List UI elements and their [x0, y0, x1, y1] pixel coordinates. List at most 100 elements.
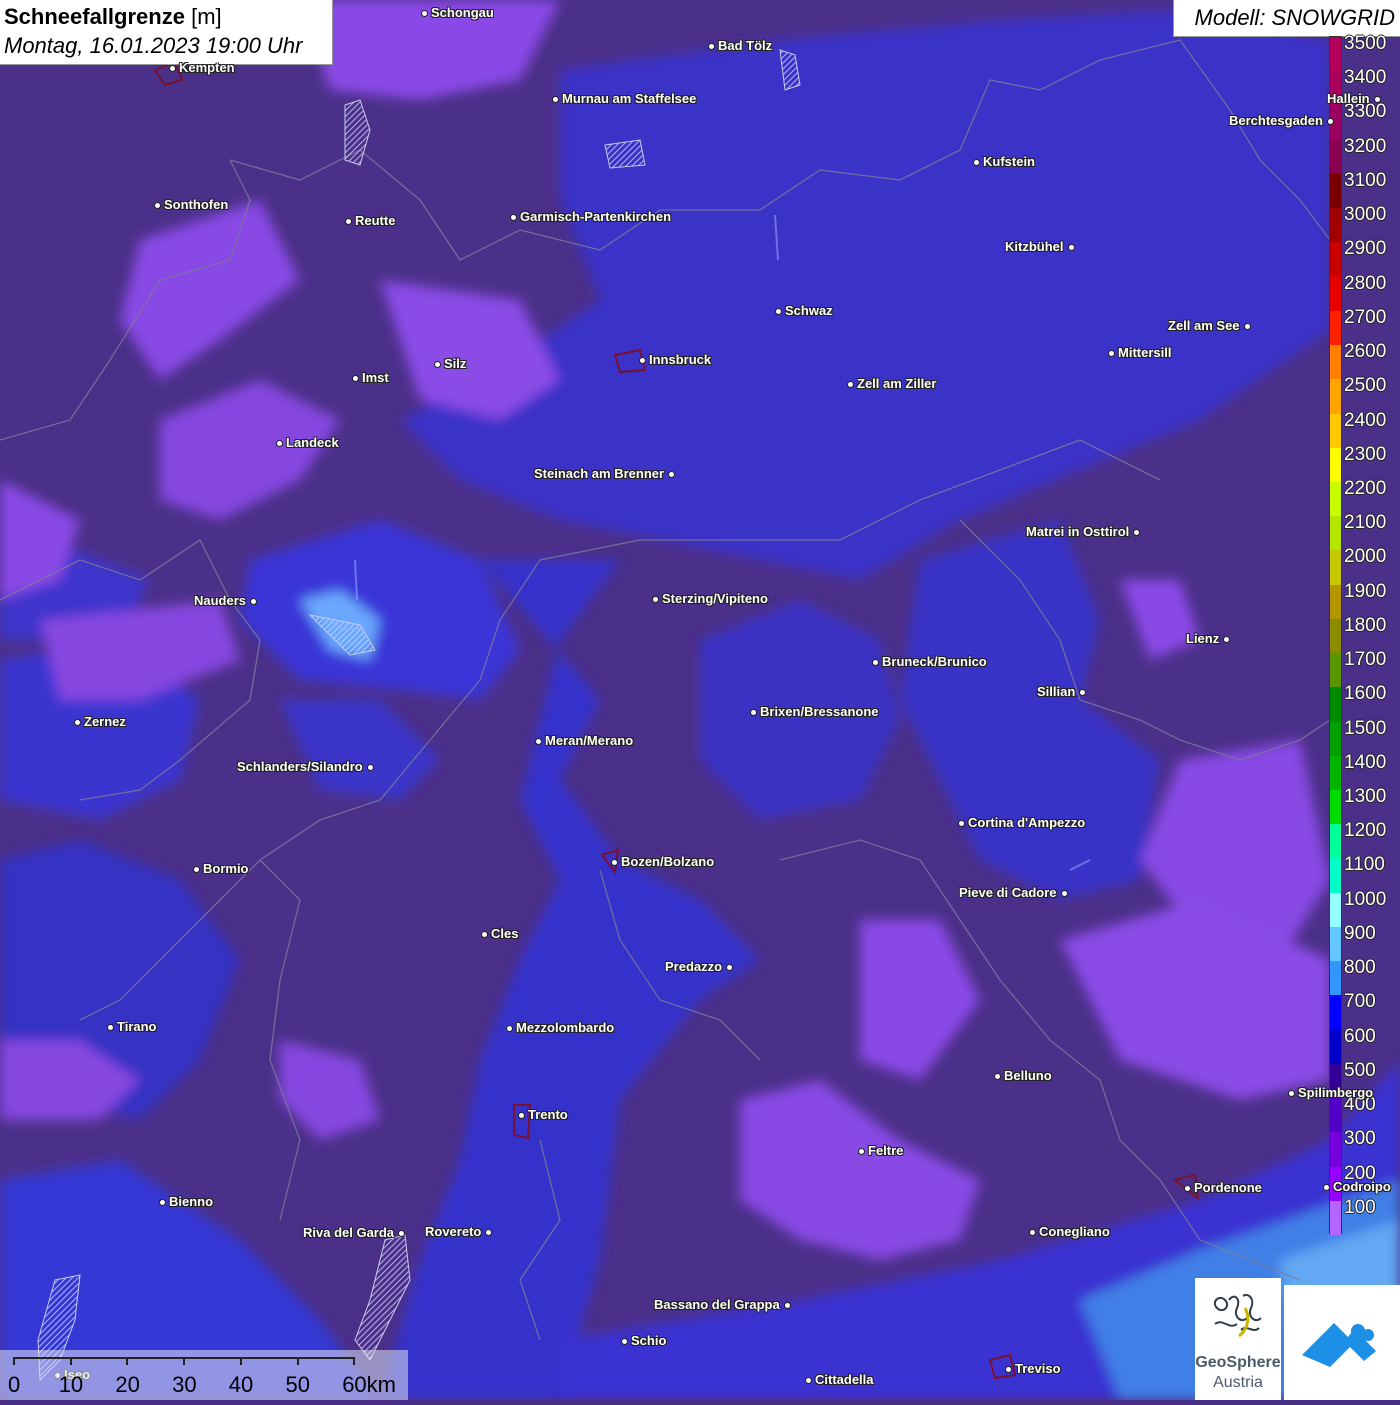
city-dot-icon [153, 201, 161, 209]
legend-swatch [1330, 926, 1341, 962]
legend-swatch [1330, 755, 1341, 791]
legend-swatch [1330, 345, 1341, 380]
legend-swatch [1330, 653, 1341, 688]
mountain-cloud-icon [1302, 1323, 1376, 1367]
city-label: Rovereto [425, 1224, 482, 1239]
city-dot-icon [480, 930, 488, 938]
city-dot-icon [275, 439, 283, 447]
legend-label: 2300 [1344, 443, 1387, 465]
legend-label: 3200 [1344, 135, 1387, 157]
legend-swatch [1330, 413, 1341, 449]
city-dot-icon [610, 858, 618, 866]
city-dot-icon [1373, 95, 1381, 103]
scale-tick [13, 1357, 15, 1365]
city-dot-icon [1322, 1183, 1330, 1191]
legend-label: 100 [1344, 1196, 1376, 1218]
city-label: Kufstein [983, 154, 1035, 169]
city-dot-icon [1287, 1089, 1295, 1097]
city-label: Steinach am Brenner [534, 466, 665, 481]
city-dot-icon [344, 217, 352, 225]
legend-label: 1700 [1344, 649, 1387, 671]
city-dot-icon [1004, 1365, 1012, 1373]
city-dot-icon [73, 718, 81, 726]
city-dot-icon [871, 658, 879, 666]
geosphere-logo-icon [1213, 1294, 1262, 1338]
partner-logo [1284, 1285, 1400, 1400]
city-dot-icon [168, 64, 176, 72]
legend-swatch [1330, 995, 1341, 1031]
logo-word-geosphere: GeoSphere [1195, 1354, 1281, 1371]
legend-swatch [1330, 687, 1341, 723]
model-label-panel: Modell: SNOWGRID [1173, 0, 1400, 37]
city-dot-icon [783, 1301, 791, 1309]
scale-tick [69, 1357, 72, 1365]
city-dot-icon [366, 763, 374, 771]
scale-tick [126, 1357, 129, 1365]
legend-label: 3500 [1344, 33, 1387, 54]
model-label: Modell: SNOWGRID [1194, 5, 1395, 30]
legend-label: 2600 [1344, 341, 1387, 363]
legend-swatch [1330, 516, 1341, 551]
legend-label: 3400 [1344, 67, 1387, 89]
city-dot-icon [534, 737, 542, 745]
city-label: Meran/Merano [545, 733, 634, 748]
city-dot-icon [1183, 1184, 1191, 1192]
city-label: Berchtesgaden [1229, 113, 1323, 128]
city-dot-icon [351, 374, 359, 382]
city-dot-icon [106, 1023, 114, 1031]
legend-label: 1500 [1344, 717, 1387, 739]
city-label: Riva del Garda [303, 1225, 395, 1240]
city-dot-icon [725, 963, 733, 971]
city-dot-icon [846, 380, 854, 388]
city-dot-icon [1060, 889, 1068, 897]
legend-colorbar [1329, 36, 1342, 1236]
scale-label: 30 [172, 1372, 197, 1397]
city-label: Bruneck/Brunico [882, 654, 987, 669]
legend-label: 300 [1344, 1128, 1376, 1150]
legend-label: 700 [1344, 991, 1376, 1013]
legend-label: 1800 [1344, 614, 1387, 636]
city-dot-icon [420, 9, 428, 17]
city-label: Innsbruck [649, 352, 712, 367]
legend-swatch [1330, 858, 1341, 894]
geosphere-logo: GeoSphere Austria [1195, 1278, 1281, 1400]
city-label: Tirano [117, 1019, 157, 1034]
legend-label: 900 [1344, 922, 1376, 944]
legend-swatch [1330, 447, 1341, 483]
legend-label: 2100 [1344, 512, 1387, 534]
color-legend: 3500 3400 3300 3200 3100 3000 2900 2800 2700 2600… [1329, 33, 1400, 1236]
city-label: Cortina d'Ampezzo [968, 815, 1086, 830]
city-dot-icon [1067, 243, 1075, 251]
city-label: Treviso [1015, 1361, 1061, 1376]
legend-label: 2800 [1344, 272, 1387, 294]
legend-swatch [1330, 1029, 1341, 1065]
legend-swatch [1330, 1098, 1341, 1133]
city-label: Schwaz [785, 303, 833, 318]
legend-swatch [1330, 550, 1341, 586]
legend-swatch [1330, 961, 1341, 996]
city-dot-icon [505, 1024, 513, 1032]
city-dot-icon [397, 1229, 405, 1237]
scale-label: 40 [228, 1372, 254, 1397]
scale-label: 0 [8, 1372, 21, 1397]
city-dot-icon [749, 708, 757, 716]
legend-swatch [1330, 208, 1341, 243]
legend-swatch [1330, 310, 1341, 346]
city-label: Lienz [1186, 631, 1220, 646]
city-label: Bormio [203, 861, 249, 876]
legend-label: 2200 [1344, 477, 1387, 499]
legend-swatch [1330, 37, 1341, 72]
city-label: Kempten [179, 60, 235, 75]
legend-label: 1000 [1344, 888, 1387, 910]
scale-tick [239, 1357, 242, 1365]
legend-swatch [1330, 618, 1341, 654]
legend-swatch [1330, 1200, 1341, 1236]
legend-label: 500 [1344, 1059, 1376, 1081]
city-label: Bad Tölz [718, 38, 773, 53]
city-dot-icon [957, 819, 965, 827]
legend-label: 1300 [1344, 786, 1387, 808]
city-label: Landeck [286, 435, 339, 450]
city-label: Kitzbühel [1005, 239, 1064, 254]
city-dot-icon [774, 307, 782, 315]
legend-label: 1600 [1344, 683, 1387, 705]
